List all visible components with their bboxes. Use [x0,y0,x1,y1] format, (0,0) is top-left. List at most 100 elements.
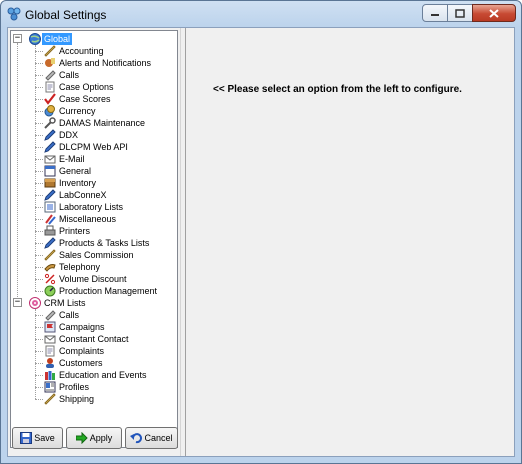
tree-item-products-tasks-lists[interactable]: Products & Tasks Lists [44,237,149,249]
tree-connector-line [35,51,43,52]
tree-item-crm-campaigns[interactable]: Campaigns [44,321,105,333]
tree-connector-line [35,219,43,220]
tree-connector-line [35,63,43,64]
button-bar: Save Apply Cancel [10,427,178,453]
tree-item-laboratory-lists[interactable]: Laboratory Lists [44,201,123,213]
tree-item-label: Education and Events [59,370,147,380]
tree-connector-line [35,375,43,376]
tree-item-crm-calls[interactable]: Calls [44,309,79,321]
select-option-message: << Please select an option from the left… [213,84,462,95]
tree-item-general[interactable]: General [44,165,91,177]
tree-connector-line [35,387,43,388]
tree-item-label: CRM Lists [44,298,86,308]
tree-item-ddx[interactable]: DDX [44,129,78,141]
settings-icon [7,7,21,21]
pen-icon [44,237,56,249]
target-icon [29,297,41,309]
tree-item-labconnex[interactable]: LabConneX [44,189,107,201]
tree-item-crm-constant-contact[interactable]: Constant Contact [44,333,129,345]
tree-connector-line [35,99,43,100]
tree-item-currency[interactable]: Currency [44,105,96,117]
tree-item-label: Inventory [59,178,97,188]
client-area: − Global Accounting Alerts and Notification… [7,27,515,457]
tree-item-case-scores[interactable]: Case Scores [44,93,111,105]
printer-icon [44,225,56,237]
apply-button[interactable]: Apply [66,427,122,449]
tree-connector-line [35,111,43,112]
tree-connector-line [35,279,43,280]
tree-item-printers[interactable]: Printers [44,225,90,237]
close-button[interactable] [472,4,516,22]
mail-icon [44,153,56,165]
tree-item-telephony[interactable]: Telephony [44,261,100,273]
minimize-button[interactable] [422,4,448,22]
tree-item-crm-customers[interactable]: Customers [44,357,103,369]
phone-icon [44,309,56,321]
tree-item-e-mail[interactable]: E-Mail [44,153,85,165]
flag-icon [44,321,56,333]
tree-connector-line [35,75,43,76]
tree-connector-line [35,183,43,184]
tree-item-crm-profiles[interactable]: Profiles [44,381,89,393]
box-icon [44,177,56,189]
tree-item-label: Sales Commission [59,250,134,260]
expander-crm-lists[interactable]: − [13,298,22,307]
expander-global[interactable]: − [13,34,22,43]
pencils-icon [44,213,56,225]
tree-connector-line [35,351,43,352]
tree-connector-line [35,327,43,328]
pane-splitter[interactable] [180,28,186,456]
tree-item-label: Calls [59,70,80,80]
tree-item-label: Volume Discount [59,274,127,284]
tree-item-crm-complaints[interactable]: Complaints [44,345,104,357]
tree-connector-line [35,87,43,88]
tree-item-volume-discount[interactable]: Volume Discount [44,273,127,285]
document-icon [44,345,56,357]
undo-icon [130,432,143,444]
maximize-button[interactable] [447,4,473,22]
tree-item-case-options[interactable]: Case Options [44,81,114,93]
settings-tree[interactable]: − Global Accounting Alerts and Notification… [10,30,178,448]
tree-item-miscellaneous[interactable]: Miscellaneous [44,213,116,225]
tree-item-label: Products & Tasks Lists [59,238,150,248]
phone-icon [44,69,56,81]
card-icon [44,381,56,393]
tree-connector-line [35,243,43,244]
tree-item-inventory[interactable]: Inventory [44,177,96,189]
configuration-pane: << Please select an option from the left… [187,28,514,456]
tree-connector-line [35,135,43,136]
books-icon [44,369,56,381]
tree-item-alerts-and-notifications[interactable]: Alerts and Notifications [44,57,151,69]
tree-node-crm-lists[interactable]: CRM Lists [29,297,86,309]
tree-connector-line [35,315,43,316]
tree-item-label: Printers [59,226,91,236]
pen-icon [44,129,56,141]
tree-item-sales-commission[interactable]: Sales Commission [44,249,134,261]
check-icon [44,93,56,105]
save-button[interactable]: Save [12,427,64,449]
tree-item-damas-maintenance[interactable]: DAMAS Maintenance [44,117,145,129]
tree-item-calls[interactable]: Calls [44,69,79,81]
cancel-button[interactable]: Cancel [125,427,178,449]
window-title: Global Settings [25,8,107,22]
tree-connector-line [35,267,43,268]
tree-connector-line [35,147,43,148]
title-bar[interactable]: Global Settings [1,1,521,27]
tree-item-label: Alerts and Notifications [59,58,152,68]
tree-item-label: General [59,166,92,176]
tree-item-label: Complaints [59,346,105,356]
tools-icon [44,117,56,129]
ruler-icon [44,249,56,261]
tree-node-global[interactable]: Global [29,33,73,45]
floppy-disk-icon [20,432,33,444]
tree-item-crm-shipping[interactable]: Shipping [44,393,94,405]
tree-item-accounting[interactable]: Accounting [44,45,104,57]
tree-connector-line [35,255,43,256]
tree-connector-line [35,159,43,160]
tree-item-production-management[interactable]: Production Management [44,285,157,297]
tree-connector-line [35,363,43,364]
tree-item-dlcpm-web-api[interactable]: DLCPM Web API [44,141,128,153]
gauge-icon [44,285,56,297]
tree-item-label: Global [42,33,73,45]
tree-item-crm-education-and-events[interactable]: Education and Events [44,369,147,381]
